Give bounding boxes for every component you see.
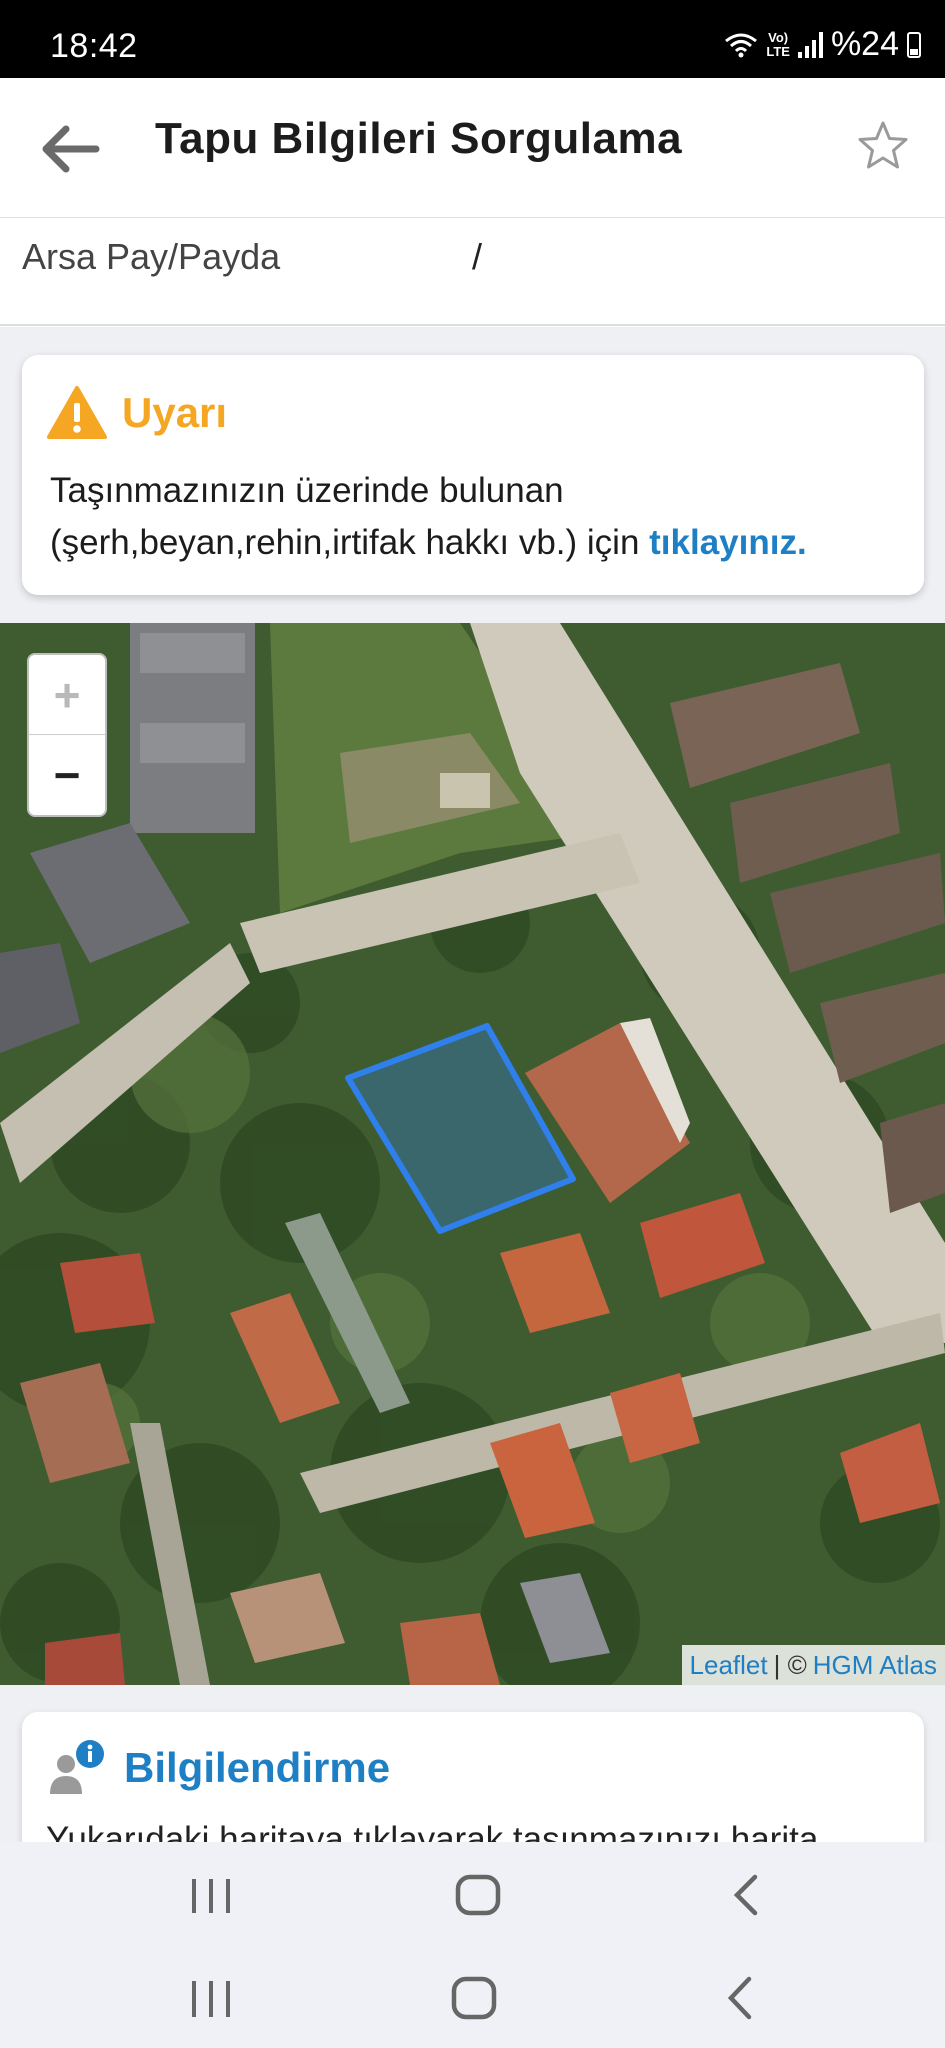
home-icon <box>451 1976 497 2020</box>
arrow-left-icon <box>42 125 100 173</box>
recent-apps-icon <box>192 1981 230 2017</box>
home-button-2[interactable] <box>414 1948 534 2048</box>
warning-title: Uyarı <box>122 389 228 436</box>
back-nav-button-2[interactable] <box>680 1948 800 2048</box>
attribution-separator: | © <box>773 1649 807 1680</box>
back-nav-button[interactable] <box>686 1842 806 1948</box>
warning-card: Uyarı Taşınmazınızın üzerinde bulunan (ş… <box>22 355 924 595</box>
arsa-value: / <box>472 236 483 277</box>
battery-text: %24 <box>830 25 899 63</box>
star-outline-icon <box>858 121 908 169</box>
status-bar: 18:42 Vo) LTE %24 <box>0 0 945 78</box>
parcel-map[interactable]: + − Leaflet | © HGM Atlas <box>0 623 945 1685</box>
warning-body: Taşınmazınızın üzerinde bulunan (şerh,be… <box>50 471 650 562</box>
recent-apps-button-2[interactable] <box>151 1948 271 2048</box>
home-icon <box>455 1874 501 1916</box>
zoom-out-button[interactable]: − <box>29 735 105 815</box>
app-header: Tapu Bilgileri Sorgulama <box>0 78 945 218</box>
status-time: 18:42 <box>50 27 138 65</box>
recent-apps-button[interactable] <box>151 1842 271 1948</box>
warning-text: Taşınmazınızın üzerinde bulunan (şerh,be… <box>50 465 910 569</box>
user-info-icon <box>50 1740 104 1794</box>
leaflet-link[interactable]: Leaflet <box>690 1650 768 1681</box>
back-chevron-icon <box>733 1874 758 1916</box>
navigation-bar-upper <box>0 1842 945 1948</box>
navigation-bar-lower <box>0 1948 945 2048</box>
warning-triangle-icon <box>47 386 107 439</box>
volte-icon: Vo) LTE <box>766 29 790 59</box>
warning-header: Uyarı <box>46 385 227 441</box>
zoom-in-button[interactable]: + <box>29 655 105 735</box>
zoom-control: + − <box>27 653 107 817</box>
favorite-button[interactable] <box>851 114 915 178</box>
battery-icon <box>907 31 921 58</box>
recent-apps-icon <box>192 1879 230 1913</box>
info-title: Bilgilendirme <box>124 1744 391 1791</box>
warning-link[interactable]: tıklayınız. <box>649 523 807 562</box>
status-icons: Vo) LTE %24 <box>724 25 921 64</box>
home-button[interactable] <box>418 1842 538 1948</box>
arsa-pay-payda-row: Arsa Pay/Payda / <box>0 218 945 326</box>
page-title: Tapu Bilgileri Sorgulama <box>155 114 683 163</box>
info-header: Bilgilendirme <box>46 1738 390 1798</box>
back-button[interactable] <box>36 116 102 182</box>
back-chevron-icon <box>727 1976 752 2020</box>
arsa-label: Arsa Pay/Payda <box>22 236 281 277</box>
volte-line1: Vo) <box>768 29 789 45</box>
map-attribution: Leaflet | © HGM Atlas <box>681 1645 945 1685</box>
satellite-imagery <box>0 623 945 1685</box>
hgm-atlas-link[interactable]: HGM Atlas <box>813 1650 937 1681</box>
signal-icon <box>797 31 823 58</box>
wifi-icon <box>725 33 758 57</box>
volte-line2: LTE <box>766 43 790 59</box>
